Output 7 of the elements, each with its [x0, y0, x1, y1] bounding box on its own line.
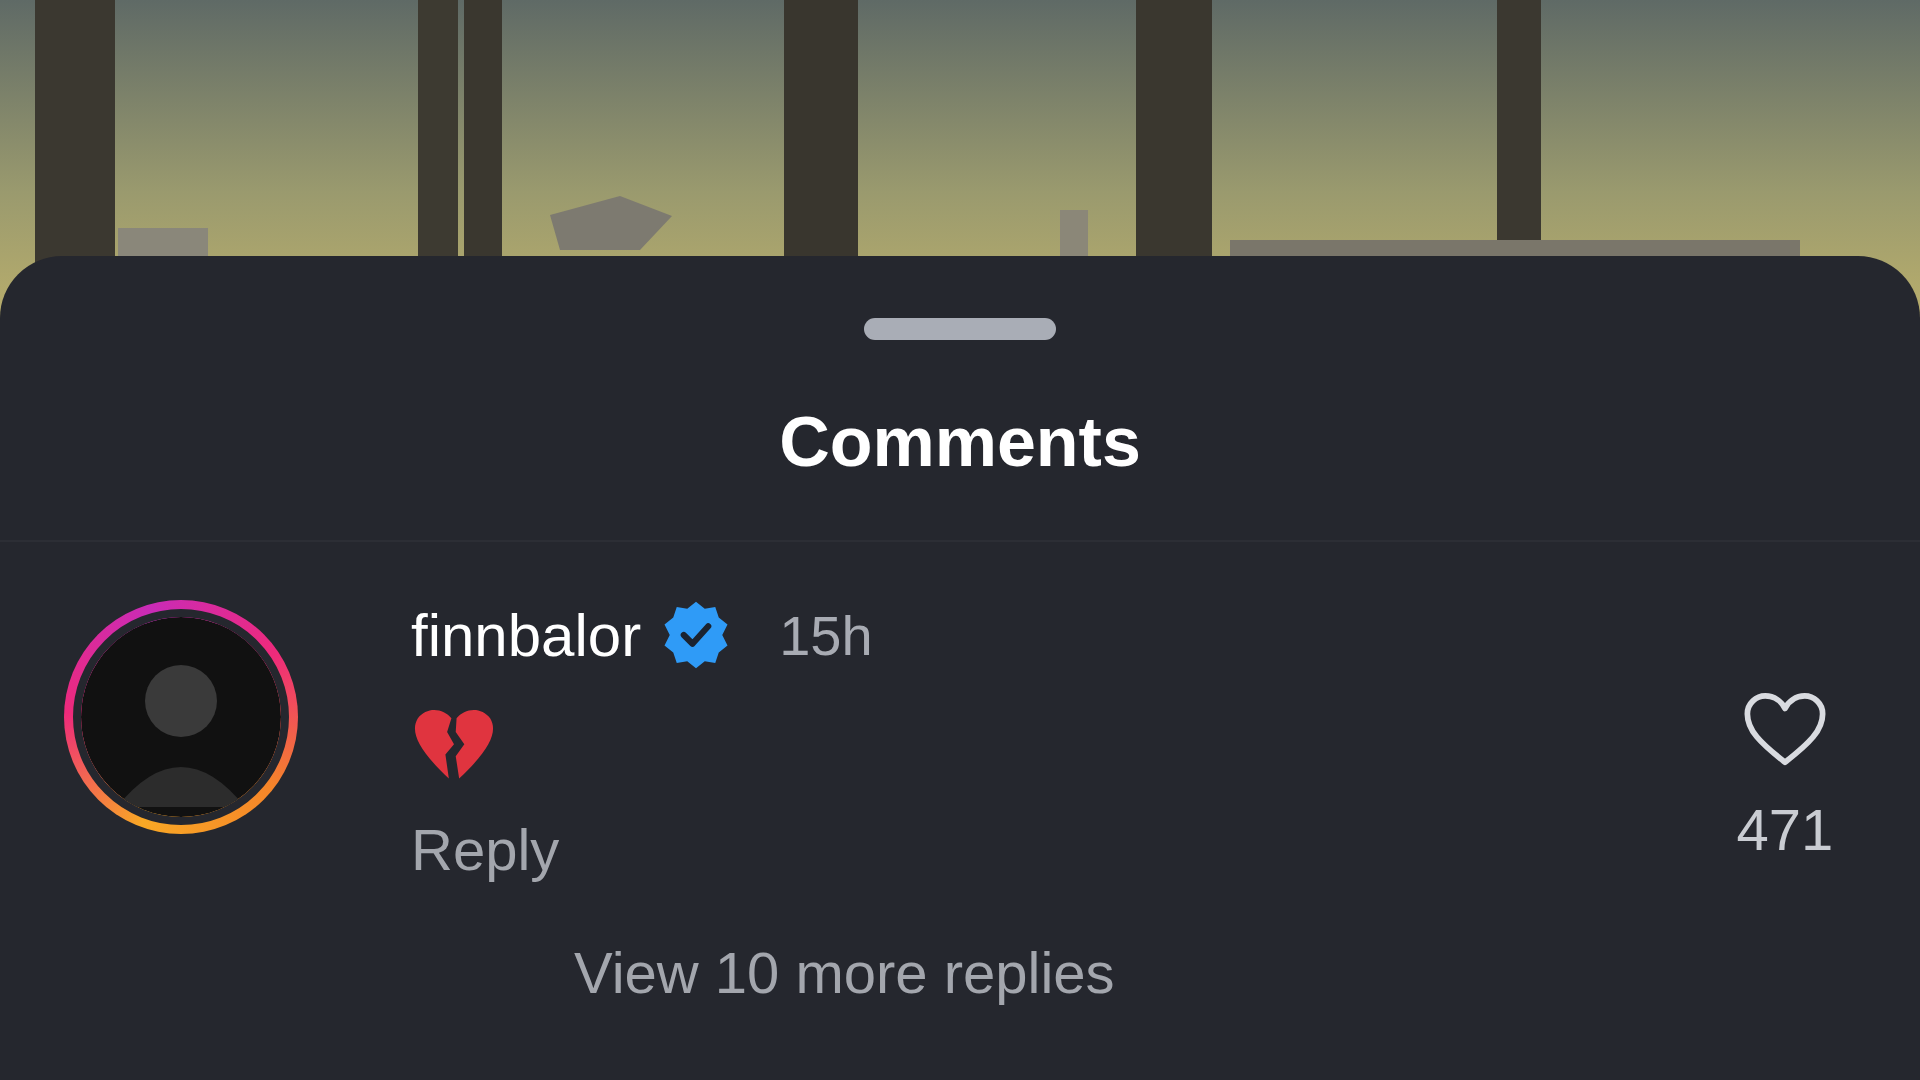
- view-replies-link[interactable]: View 10 more replies: [574, 939, 1720, 1006]
- reply-link[interactable]: Reply: [411, 816, 560, 883]
- drag-handle[interactable]: [864, 318, 1056, 340]
- like-count: 471: [1736, 796, 1834, 863]
- comment-time: 15h: [779, 602, 873, 668]
- sheet-title: Comments: [779, 402, 1141, 482]
- username[interactable]: finnbalor: [411, 600, 642, 670]
